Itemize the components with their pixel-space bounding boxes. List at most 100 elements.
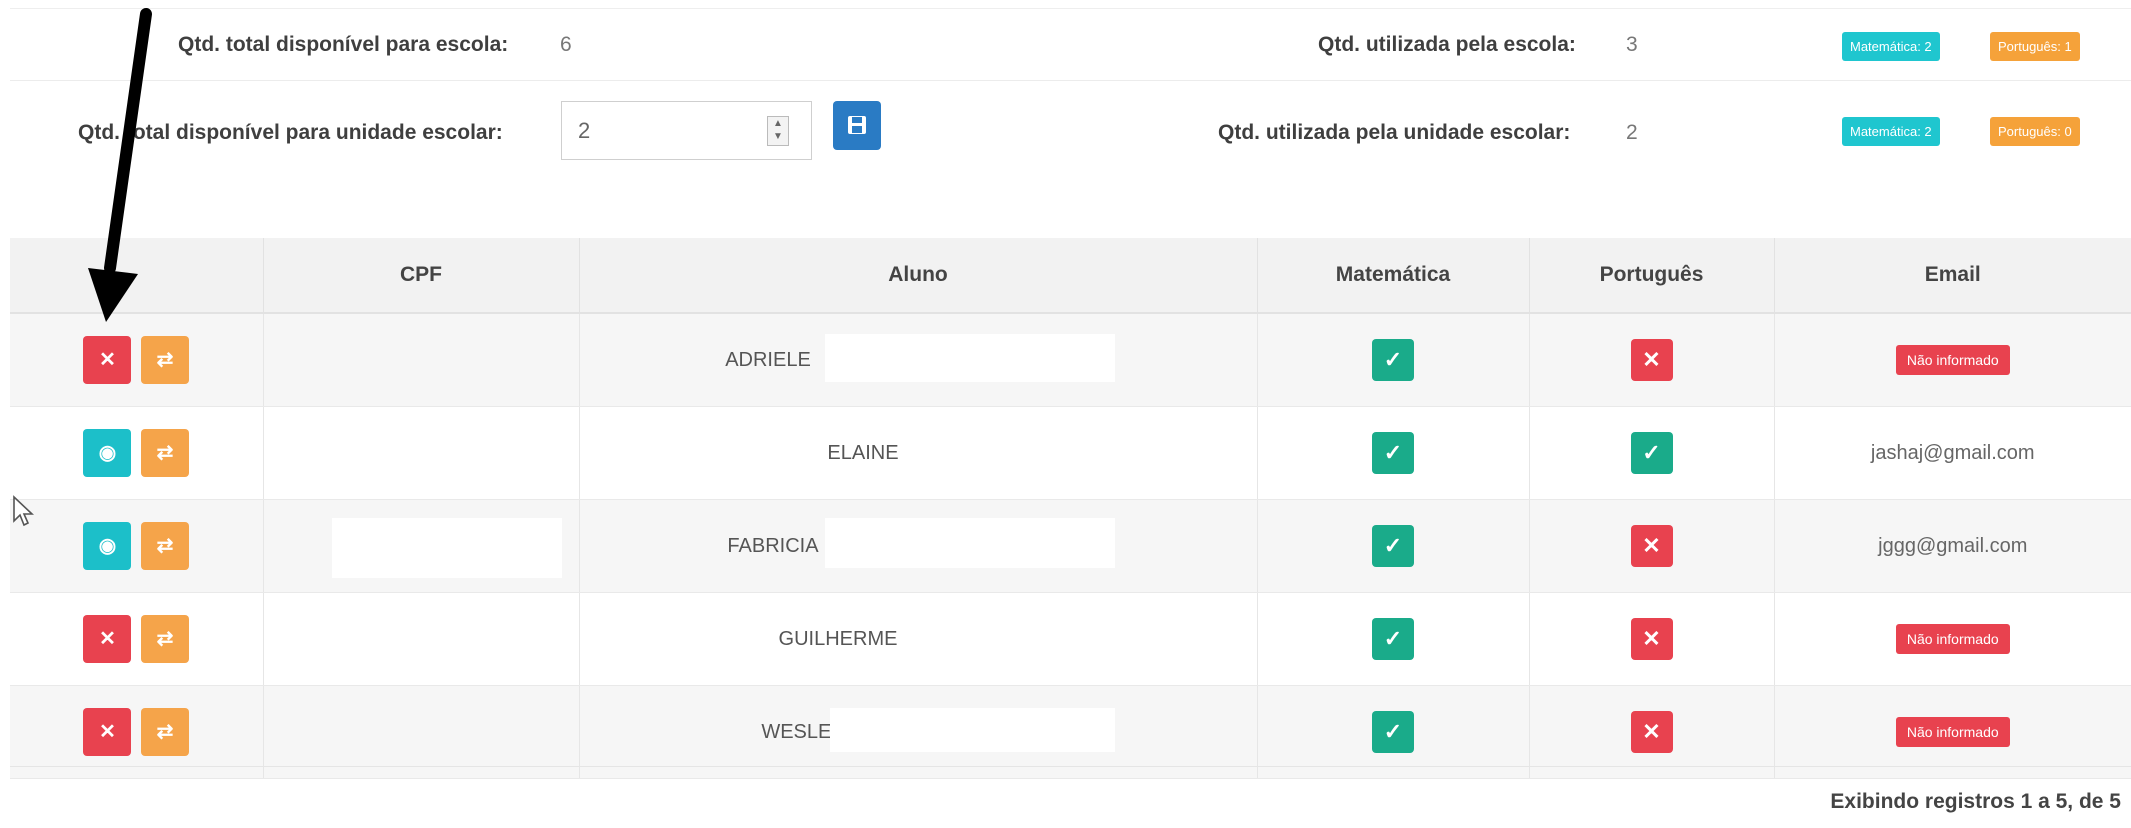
email-missing-badge: Não informado [1895,624,2010,654]
aluno-cell: FABRICIA [578,499,1257,593]
matematica-cell: ✓ [1256,406,1529,500]
close-icon: ✕ [99,628,116,650]
swap-arrows-icon: ⇄ [156,535,174,557]
table-row: ◉ ⇄ ELAINE ✓ ✓ jashaj@gmail.com [10,406,2131,500]
unit-total-input[interactable] [576,112,750,150]
table-row: ◉ ⇄ FABRICIA ✓ ✕ jggg@gmail.com [10,499,2131,593]
header-cpf[interactable]: CPF [262,238,579,314]
remove-button[interactable]: ✕ [83,336,132,384]
matematica-cell: ✓ [1256,592,1529,686]
student-name: GUILHERME [778,627,898,650]
transfer-button[interactable]: ⇄ [141,708,190,756]
user-circle-icon: ◉ [98,442,117,464]
swap-arrows-icon: ⇄ [156,349,174,371]
cpf-cell [262,499,579,593]
school-total-label: Qtd. total disponível para escola: [178,33,509,56]
redaction-block [331,518,562,578]
portugues-cell: ✓ [1528,406,1774,500]
portugues-cell: ✕ [1528,592,1774,686]
school-used-label: Qtd. utilizada pela escola: [1318,33,1576,56]
cross-icon: ✕ [1630,525,1673,567]
check-icon: ✓ [1372,711,1414,753]
remove-button[interactable]: ✕ [83,708,132,756]
email-missing-badge: Não informado [1895,717,2010,747]
school-used-value: 3 [1626,33,1638,56]
header-email[interactable]: Email [1773,238,2131,314]
unit-used-label: Qtd. utilizada pela unidade escolar: [1218,121,1571,144]
cpf-cell [262,313,579,407]
matematica-cell: ✓ [1256,685,1529,779]
portugues-cell: ✕ [1528,685,1774,779]
aluno-cell: ADRIELE [578,313,1257,407]
header-aluno[interactable]: Aluno [578,238,1257,314]
school-math-badge: Matemática: 2 [1842,32,1940,61]
check-icon: ✓ [1372,525,1414,567]
swap-arrows-icon: ⇄ [156,721,174,743]
student-profile-button[interactable]: ◉ [83,429,132,477]
transfer-button[interactable]: ⇄ [141,336,190,384]
student-name: FABRICIA [727,534,819,557]
email-cell: jashaj@gmail.com [1773,406,2131,500]
email-address: jggg@gmail.com [1878,534,2028,557]
unit-total-stepper[interactable]: ▲▼ [561,101,812,160]
matematica-cell: ✓ [1256,499,1529,593]
table-row: ✕ ⇄ ADRIELE ✓ ✕ Não informado [10,313,2131,407]
table-row: ✕ ⇄ WESLEY ✓ ✕ Não informado [10,685,2131,779]
transfer-button[interactable]: ⇄ [141,615,190,663]
swap-arrows-icon: ⇄ [156,628,174,650]
cpf-cell [262,685,579,779]
table-bottom-divider [10,766,2131,767]
email-missing-badge: Não informado [1895,345,2010,375]
swap-arrows-icon: ⇄ [156,442,174,464]
school-portuguese-badge: Português: 1 [1990,32,2080,61]
matematica-cell: ✓ [1256,313,1529,407]
stepper-arrows-icon[interactable]: ▲ ▼ [767,116,789,146]
student-name: ADRIELE [725,348,811,371]
school-total-value: 6 [560,33,572,56]
row-actions: ◉ ⇄ [10,406,263,500]
check-icon: ✓ [1630,432,1673,474]
cross-icon: ✕ [1630,618,1673,660]
header-portugues[interactable]: Português [1528,238,1774,314]
save-button[interactable] [833,101,881,150]
cpf-cell [262,592,579,686]
divider [10,80,2131,81]
email-cell: Não informado [1773,313,2131,407]
annotation-arrow-icon [88,8,152,322]
aluno-cell: GUILHERME [578,592,1257,686]
check-icon: ✓ [1372,339,1414,381]
email-cell: jggg@gmail.com [1773,499,2131,593]
unit-portuguese-badge: Português: 0 [1990,117,2080,146]
redaction-block [829,708,1115,752]
unit-math-badge: Matemática: 2 [1842,117,1940,146]
remove-button[interactable]: ✕ [83,615,132,663]
aluno-cell: WESLEY [578,685,1257,779]
cpf-cell [262,406,579,500]
student-profile-button[interactable]: ◉ [83,522,132,570]
students-table: CPF Aluno Matemática Português Email ✕ ⇄… [10,238,2131,779]
transfer-button[interactable]: ⇄ [141,522,190,570]
transfer-button[interactable]: ⇄ [141,429,190,477]
redaction-block [824,518,1115,568]
portugues-cell: ✕ [1528,313,1774,407]
aluno-cell: ELAINE [578,406,1257,500]
unit-used-value: 2 [1626,121,1638,144]
portugues-cell: ✕ [1528,499,1774,593]
email-cell: Não informado [1773,592,2131,686]
header-matematica[interactable]: Matemática [1256,238,1529,314]
check-icon: ✓ [1372,432,1414,474]
floppy-disk-icon [848,116,866,134]
row-actions: ◉ ⇄ [10,499,263,593]
table-row: ✕ ⇄ GUILHERME ✓ ✕ Não informado [10,592,2131,686]
check-icon: ✓ [1372,618,1414,660]
cross-icon: ✕ [1630,339,1673,381]
email-address: jashaj@gmail.com [1870,441,2035,464]
row-actions: ✕ ⇄ [10,592,263,686]
close-icon: ✕ [99,721,116,743]
cross-icon: ✕ [1630,711,1673,753]
table-header-row: CPF Aluno Matemática Português Email [10,238,2131,314]
row-actions: ✕ ⇄ [10,685,263,779]
email-cell: Não informado [1773,685,2131,779]
records-info: Exibindo registros 1 a 5, de 5 [1830,790,2121,813]
student-name: ELAINE [827,441,899,464]
